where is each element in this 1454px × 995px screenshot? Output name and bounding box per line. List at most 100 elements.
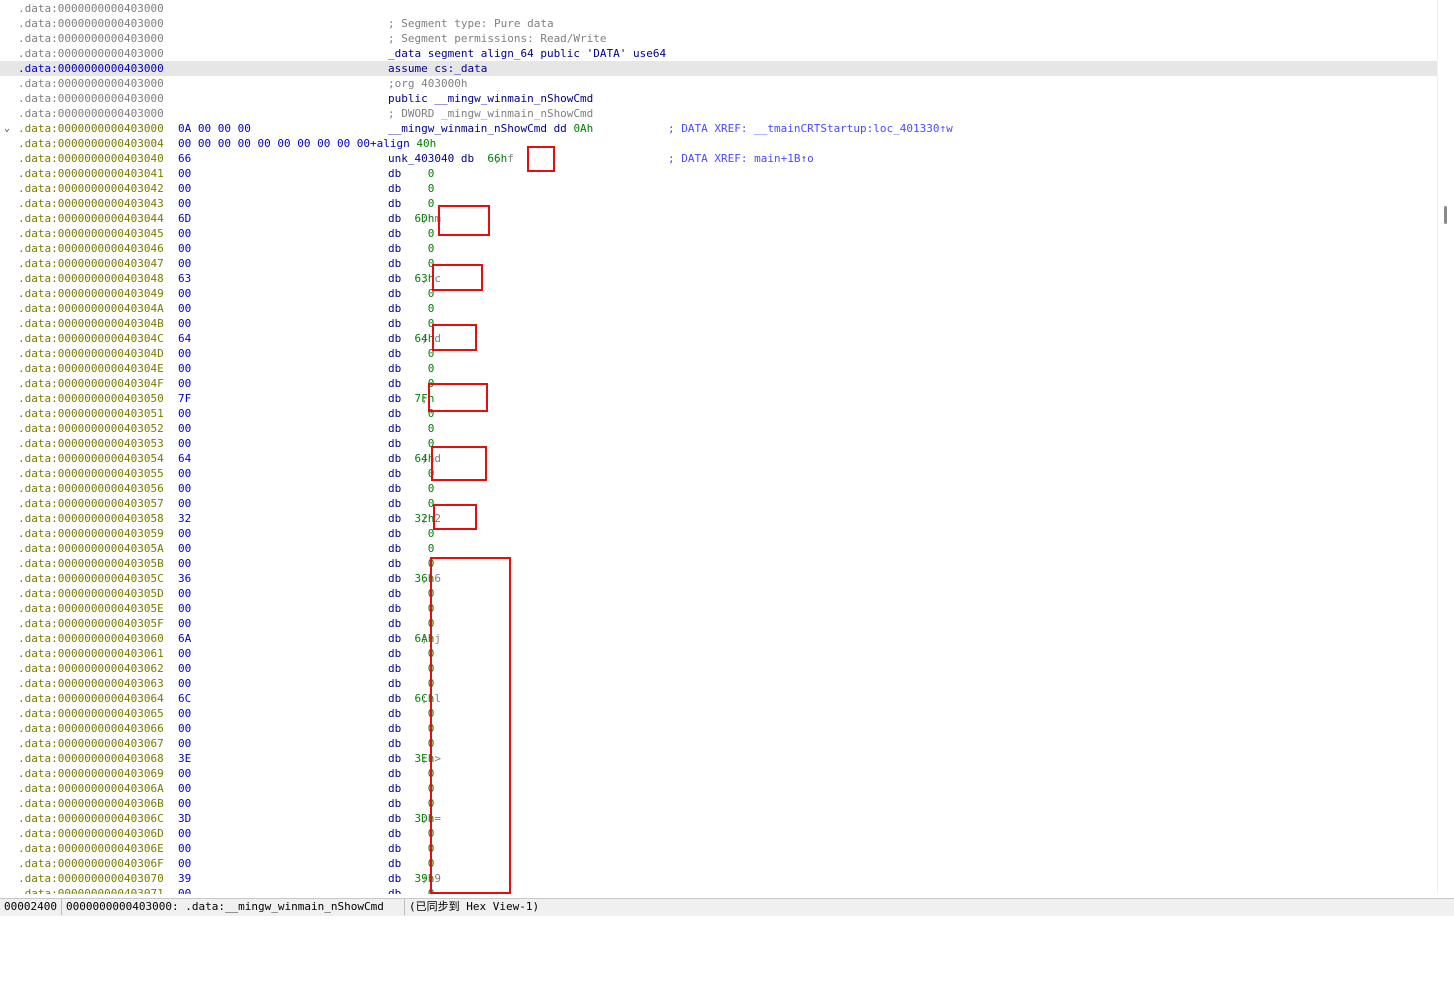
row-instruction[interactable]: db 0: [388, 421, 434, 436]
listing-row[interactable]: .data:0000000000403054 64 db 64h ; d: [0, 451, 1438, 466]
row-instruction[interactable]: db 39h ; 9: [388, 871, 441, 886]
listing-row[interactable]: .data:0000000000403000 _data segment alig…: [0, 46, 1438, 61]
row-instruction[interactable]: db 0: [388, 166, 434, 181]
listing-row[interactable]: .data:000000000040306A 00 db 0: [0, 781, 1438, 796]
listing-row[interactable]: .data:0000000000403063 00 db 0: [0, 676, 1438, 691]
listing-row[interactable]: .data:0000000000403056 00 db 0: [0, 481, 1438, 496]
row-instruction[interactable]: db 0: [388, 826, 434, 841]
row-instruction[interactable]: db 3Eh ; >: [388, 751, 441, 766]
row-instruction[interactable]: db 0: [388, 436, 434, 451]
listing-row[interactable]: .data:0000000000403000: [0, 1, 1438, 16]
row-instruction[interactable]: ; DWORD _mingw_winmain_nShowCmd: [388, 106, 593, 121]
listing-row[interactable]: .data:0000000000403069 00 db 0: [0, 766, 1438, 781]
listing-row[interactable]: .data:000000000040305C 36 db 36h ; 6: [0, 571, 1438, 586]
row-instruction[interactable]: __mingw_winmain_nShowCmd dd 0Ah: [388, 121, 593, 136]
listing-row[interactable]: .data:0000000000403049 00 db 0: [0, 286, 1438, 301]
row-instruction[interactable]: unk_403040 db 66h ; f: [388, 151, 514, 166]
listing-row[interactable]: .data:0000000000403043 00 db 0: [0, 196, 1438, 211]
listing-row[interactable]: .data:0000000000403062 00 db 0: [0, 661, 1438, 676]
listing-row[interactable]: .data:000000000040304C 64 db 64h ; d: [0, 331, 1438, 346]
listing-row[interactable]: .data:0000000000403066 00 db 0: [0, 721, 1438, 736]
listing-row[interactable]: .data:0000000000403059 00 db 0: [0, 526, 1438, 541]
row-instruction[interactable]: db 0: [388, 526, 434, 541]
row-instruction[interactable]: db 0: [388, 286, 434, 301]
vertical-scrollbar[interactable]: [1437, 0, 1454, 894]
row-instruction[interactable]: db 0: [388, 886, 434, 894]
row-instruction[interactable]: db 0: [388, 481, 434, 496]
listing-row[interactable]: .data:000000000040305D 00 db 0: [0, 586, 1438, 601]
row-instruction[interactable]: db 0: [388, 256, 434, 271]
listing-row[interactable]: .data:000000000040304B 00 db 0: [0, 316, 1438, 331]
row-instruction[interactable]: _data segment align_64 public 'DATA' use…: [388, 46, 666, 61]
row-instruction[interactable]: db 6Ah ; j: [388, 631, 441, 646]
row-instruction[interactable]: ; Segment permissions: Read/Write: [388, 31, 607, 46]
row-instruction[interactable]: db 0: [388, 841, 434, 856]
listing-row[interactable]: .data:0000000000403053 00 db 0: [0, 436, 1438, 451]
listing-row[interactable]: .data:0000000000403045 00 db 0: [0, 226, 1438, 241]
listing-row[interactable]: .data:0000000000403050 7F db 7Fh ;: [0, 391, 1438, 406]
row-instruction[interactable]: db 0: [388, 796, 434, 811]
row-instruction[interactable]: db 6Ch ; l: [388, 691, 441, 706]
listing-row[interactable]: .data:0000000000403048 63 db 63h ; c: [0, 271, 1438, 286]
listing-row[interactable]: .data:0000000000403000 ; Segment type: Pu…: [0, 16, 1438, 31]
row-instruction[interactable]: db 64h ; d: [388, 331, 441, 346]
listing-row[interactable]: .data:0000000000403042 00 db 0: [0, 181, 1438, 196]
collapse-chevron-icon[interactable]: ⌄: [4, 121, 10, 136]
listing-row[interactable]: .data:0000000000403065 00 db 0: [0, 706, 1438, 721]
listing-row[interactable]: .data:000000000040306E 00 db 0: [0, 841, 1438, 856]
listing-row[interactable]: .data:0000000000403000 ; Segment permissi…: [0, 31, 1438, 46]
row-instruction[interactable]: db 0: [388, 856, 434, 871]
listing-row[interactable]: .data:000000000040304D 00 db 0: [0, 346, 1438, 361]
row-instruction[interactable]: db 0: [388, 601, 434, 616]
row-instruction[interactable]: db 7Fh ;: [388, 391, 434, 406]
row-instruction[interactable]: db 0: [388, 181, 434, 196]
scrollbar-thumb[interactable]: [1444, 206, 1447, 224]
listing-row[interactable]: .data:000000000040305B 00 db 0: [0, 556, 1438, 571]
row-instruction[interactable]: db 0: [388, 616, 434, 631]
row-instruction[interactable]: db 0: [388, 766, 434, 781]
listing-row[interactable]: .data:000000000040305F 00 db 0: [0, 616, 1438, 631]
row-instruction[interactable]: db 0: [388, 406, 434, 421]
listing-row[interactable]: .data:0000000000403046 00 db 0: [0, 241, 1438, 256]
row-instruction[interactable]: db 64h ; d: [388, 451, 441, 466]
disassembly-listing[interactable]: .data:0000000000403000 .data:000000000040…: [0, 1, 1438, 894]
listing-row[interactable]: .data:000000000040306C 3D db 3Dh ; =: [0, 811, 1438, 826]
row-instruction[interactable]: assume cs:_data: [388, 61, 487, 76]
row-instruction[interactable]: db 0: [388, 241, 434, 256]
listing-row[interactable]: .data:0000000000403068 3E db 3Eh ; >: [0, 751, 1438, 766]
row-instruction[interactable]: db 6Dh ; m: [388, 211, 441, 226]
row-instruction[interactable]: db 0: [388, 646, 434, 661]
listing-row[interactable]: .data:0000000000403055 00 db 0: [0, 466, 1438, 481]
row-instruction[interactable]: db 36h ; 6: [388, 571, 441, 586]
listing-row[interactable]: .data:0000000000403047 00 db 0: [0, 256, 1438, 271]
listing-row[interactable]: .data:0000000000403061 00 db 0: [0, 646, 1438, 661]
listing-row[interactable]: .data:0000000000403057 00 db 0: [0, 496, 1438, 511]
listing-row[interactable]: .data:0000000000403070 39 db 39h ; 9: [0, 871, 1438, 886]
row-instruction[interactable]: db 0: [388, 466, 434, 481]
row-instruction[interactable]: db 0: [388, 376, 434, 391]
listing-row[interactable]: .data:0000000000403071 00 db 0: [0, 886, 1438, 894]
row-instruction[interactable]: db 0: [388, 196, 434, 211]
listing-row[interactable]: .data:0000000000403058 32 db 32h ; 2: [0, 511, 1438, 526]
listing-row[interactable]: .data:000000000040306D 00 db 0: [0, 826, 1438, 841]
listing-row[interactable]: .data:000000000040305E 00 db 0: [0, 601, 1438, 616]
row-instruction[interactable]: db 0: [388, 736, 434, 751]
row-instruction[interactable]: db 3Dh ; =: [388, 811, 441, 826]
row-instruction[interactable]: db 0: [388, 301, 434, 316]
row-instruction[interactable]: db 0: [388, 721, 434, 736]
row-instruction[interactable]: public __mingw_winmain_nShowCmd: [388, 91, 593, 106]
row-instruction[interactable]: db 0: [388, 586, 434, 601]
row-instruction[interactable]: db 0: [388, 346, 434, 361]
listing-row[interactable]: .data:0000000000403004 00 00 00 00 00 00 …: [0, 136, 1438, 151]
row-instruction[interactable]: db 63h ; c: [388, 271, 441, 286]
listing-row[interactable]: .data:000000000040305A 00 db 0: [0, 541, 1438, 556]
listing-row[interactable]: .data:0000000000403000 public __mingw_win…: [0, 91, 1438, 106]
listing-row[interactable]: .data:0000000000403000 assume cs:_data: [0, 61, 1438, 76]
listing-row[interactable]: .data:0000000000403041 00 db 0: [0, 166, 1438, 181]
listing-row[interactable]: .data:0000000000403067 00 db 0: [0, 736, 1438, 751]
row-instruction[interactable]: db 0: [388, 541, 434, 556]
row-instruction[interactable]: db 32h ; 2: [388, 511, 441, 526]
listing-row[interactable]: .data:0000000000403000 ;org 403000h: [0, 76, 1438, 91]
row-instruction[interactable]: db 0: [388, 316, 434, 331]
listing-row[interactable]: .data:000000000040304E 00 db 0: [0, 361, 1438, 376]
